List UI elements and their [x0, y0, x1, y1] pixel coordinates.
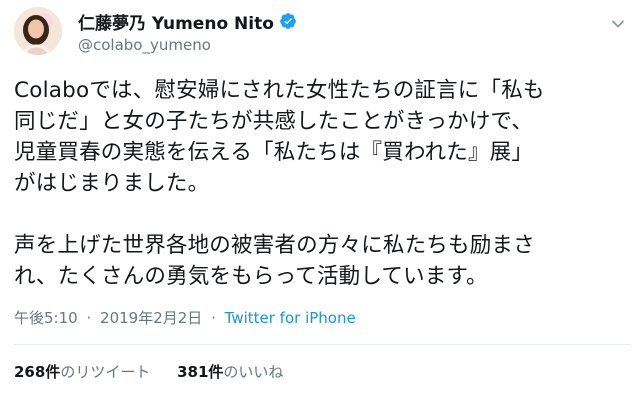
- avatar[interactable]: [14, 7, 62, 55]
- tweet-author: 仁藤夢乃 Yumeno Nito @colabo_yumeno: [78, 9, 558, 54]
- user-handle[interactable]: @colabo_yumeno: [78, 36, 558, 54]
- retweet-label: のリツイート: [60, 363, 151, 381]
- tweet-time[interactable]: 午後5:10: [14, 309, 78, 327]
- tweet-source-link[interactable]: Twitter for iPhone: [225, 309, 356, 327]
- profile-photo-avatar: [14, 7, 62, 55]
- verified-badge-icon: [279, 12, 297, 30]
- tweet-metadata: 午後5:10 · 2019年2月2日 · Twitter for iPhone: [14, 307, 356, 328]
- tweet-date[interactable]: 2019年2月2日: [100, 309, 202, 327]
- tweet-stats: 268件のリツイート 381件のいいね: [14, 361, 283, 382]
- meta-separator: ·: [211, 309, 216, 327]
- chevron-down-icon[interactable]: [610, 16, 626, 32]
- retweet-stat[interactable]: 268件のリツイート: [14, 361, 150, 382]
- like-label: のいいね: [223, 363, 284, 381]
- like-count: 381件: [177, 363, 224, 381]
- meta-separator: ·: [86, 309, 92, 327]
- retweet-count: 268件: [14, 363, 61, 381]
- tweet-text: Colaboでは、慰安婦にされた女性たちの証言に「私も 同じだ」と女の子たちが共…: [14, 78, 545, 289]
- display-name[interactable]: 仁藤夢乃 Yumeno Nito: [78, 9, 274, 34]
- like-stat[interactable]: 381件のいいね: [177, 361, 283, 382]
- tweet-card: 仁藤夢乃 Yumeno Nito @colabo_yumeno Colaboでは…: [0, 0, 640, 400]
- divider: [14, 344, 630, 345]
- name-row: 仁藤夢乃 Yumeno Nito: [78, 9, 558, 34]
